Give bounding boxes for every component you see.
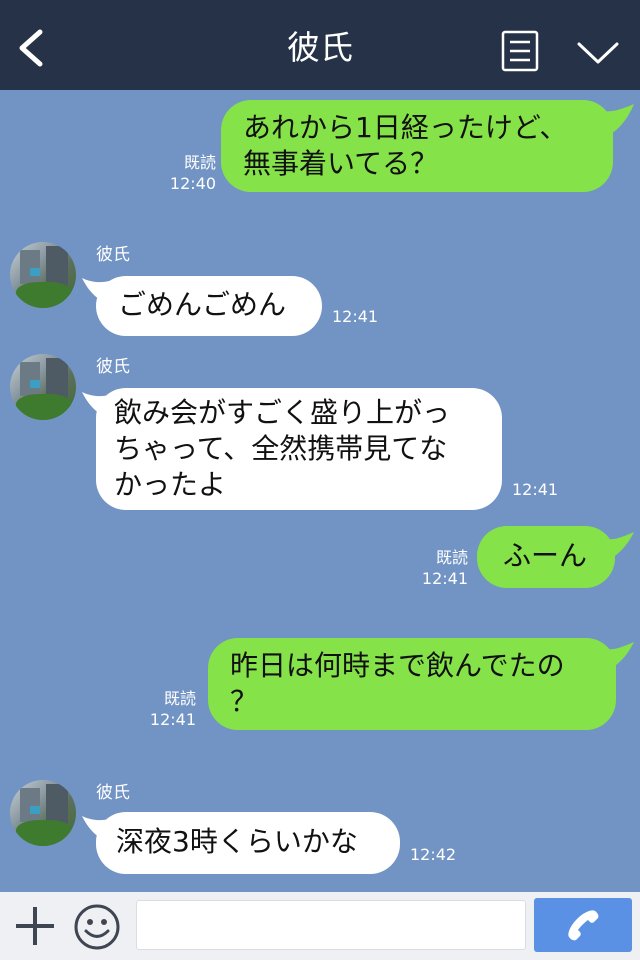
sender-name: 彼氏 — [96, 357, 130, 377]
their-message-bubble[interactable]: 深夜3時くらいかな — [96, 812, 400, 874]
notes-menu-icon[interactable] — [500, 29, 540, 73]
message-time: 12:41 — [332, 307, 379, 326]
chat-title: 彼氏 — [287, 28, 353, 67]
bubble-tail — [600, 532, 634, 562]
read-receipt: 既読 — [183, 153, 216, 172]
bubble-tail — [598, 104, 634, 138]
read-receipt: 既読 — [435, 548, 468, 567]
phone-icon — [568, 910, 599, 941]
message-meta: 既読 12:40 — [160, 152, 216, 194]
their-message-bubble[interactable]: ごめんごめん — [96, 276, 322, 336]
chat-header: 彼氏 — [0, 0, 640, 90]
my-message-bubble[interactable]: ふーん — [477, 526, 615, 588]
message-time: 12:41 — [421, 569, 468, 588]
plus-icon[interactable] — [14, 905, 56, 947]
avatar[interactable] — [10, 354, 76, 420]
avatar[interactable] — [10, 242, 76, 308]
avatar[interactable] — [10, 780, 76, 846]
message-time: 12:40 — [169, 174, 216, 193]
sender-name: 彼氏 — [96, 245, 130, 265]
their-message-bubble[interactable]: 飲み会がすごく盛り上がっ ちゃって、全然携帯見てな かったよ — [96, 388, 502, 510]
bubble-tail — [600, 642, 634, 672]
emoji-icon[interactable] — [72, 902, 122, 952]
chevron-down-icon[interactable] — [576, 38, 620, 68]
call-button[interactable] — [534, 898, 632, 952]
message-time: 12:42 — [410, 845, 457, 864]
message-meta: 既読 12:41 — [140, 688, 196, 730]
read-receipt: 既読 — [163, 689, 196, 708]
message-meta: 既読 12:41 — [412, 547, 468, 589]
my-message-bubble[interactable]: あれから1日経ったけど、 無事着いてる？ — [221, 100, 613, 192]
my-message-bubble[interactable]: 昨日は何時まで飲んでたの ？ — [208, 638, 616, 730]
message-time: 12:41 — [149, 710, 196, 729]
chat-area[interactable]: 既読 12:40 あれから1日経ったけど、 無事着いてる？ 彼氏 ごめんごめん … — [0, 90, 640, 892]
message-input[interactable] — [136, 900, 526, 950]
sender-name: 彼氏 — [96, 783, 130, 803]
message-time: 12:41 — [512, 480, 559, 499]
